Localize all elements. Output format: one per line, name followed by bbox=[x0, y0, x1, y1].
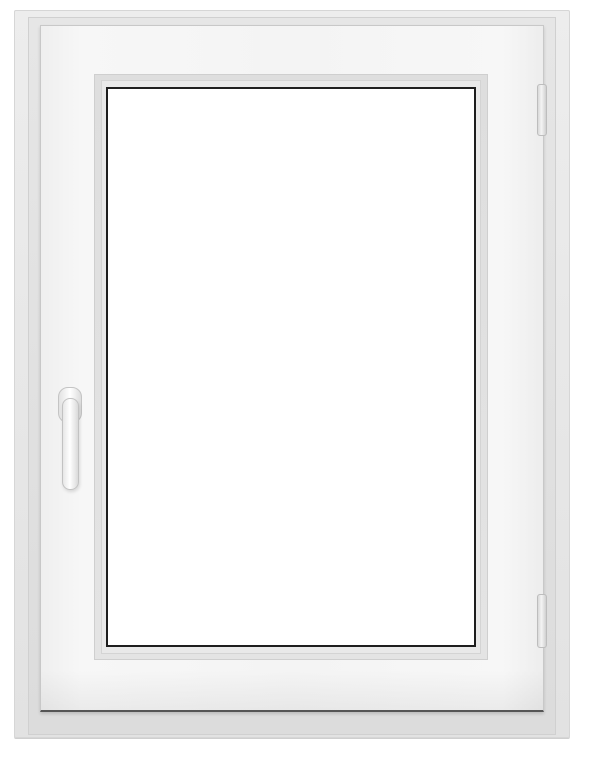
hinge-icon bbox=[537, 84, 547, 136]
hinge-icon bbox=[537, 594, 547, 648]
window-glass-pane bbox=[106, 87, 476, 647]
sash-shadow bbox=[41, 670, 543, 710]
window-handle-icon bbox=[62, 398, 79, 490]
window-illustration bbox=[0, 0, 592, 767]
